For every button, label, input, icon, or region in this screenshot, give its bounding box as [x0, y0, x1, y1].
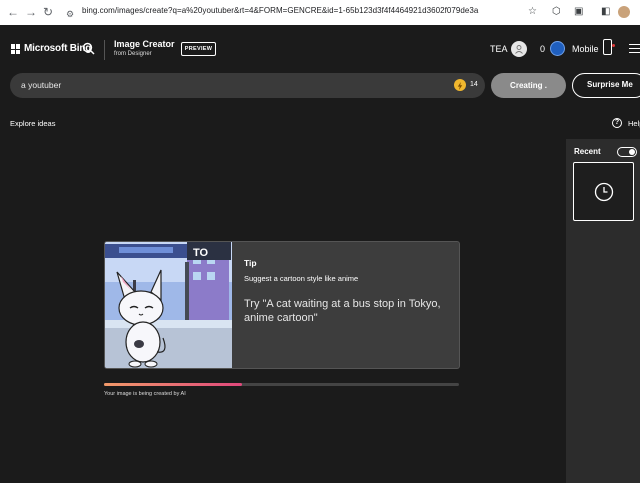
history-card[interactable]: [573, 162, 634, 221]
side-panel-icon[interactable]: ◧: [601, 5, 610, 19]
search-icon[interactable]: [82, 42, 95, 55]
tip-subtitle: Suggest a cartoon style like anime: [244, 274, 359, 283]
tip-example: Try "A cat waiting at a bus stop in Toky…: [244, 298, 441, 324]
microsoft-logo-icon[interactable]: [11, 44, 21, 54]
progress-bar: [104, 383, 459, 386]
explore-ideas-link[interactable]: Explore ideas: [10, 119, 55, 128]
tip-card: TO Tip Suggest a cartoon style like anim…: [104, 241, 460, 369]
address-bar[interactable]: bing.com/images/create?q=a%20youtuber&rt…: [82, 6, 478, 15]
browser-toolbar: ← → ↻ ⚙ bing.com/images/create?q=a%20you…: [0, 0, 640, 25]
header-divider: [104, 40, 105, 60]
mobile-link[interactable]: Mobile: [572, 44, 599, 54]
profile-avatar-icon[interactable]: [618, 6, 630, 18]
prompt-input[interactable]: a youtuber 14: [10, 73, 485, 98]
tab-search-icon[interactable]: ▣: [574, 5, 583, 19]
boost-count: 14: [470, 81, 478, 88]
rewards-medal-icon[interactable]: [550, 41, 565, 56]
preview-badge: PREVIEW: [181, 42, 216, 56]
prompt-text[interactable]: a youtuber: [21, 80, 61, 90]
forward-icon[interactable]: →: [25, 4, 37, 20]
help-link[interactable]: Help: [628, 119, 640, 128]
rewards-count[interactable]: 0: [540, 44, 545, 54]
phone-icon[interactable]: [603, 39, 612, 55]
boost-bolt-icon[interactable]: [454, 79, 466, 91]
help-icon[interactable]: ?: [612, 118, 622, 128]
create-button[interactable]: Creating .: [491, 73, 566, 98]
notification-dot: [612, 44, 615, 47]
progress-fill: [104, 383, 243, 386]
surprise-me-button[interactable]: Surprise Me: [572, 73, 640, 98]
recent-panel: Recent: [566, 139, 640, 483]
recent-toggle[interactable]: [617, 147, 637, 157]
bus-stop-sign-text: TO: [193, 247, 209, 259]
bookmark-star-icon[interactable]: ☆: [528, 5, 537, 19]
site-header: Microsoft Bing Image Creator from Design…: [0, 25, 640, 72]
clock-icon: [594, 182, 614, 202]
hamburger-menu-icon[interactable]: [629, 44, 640, 54]
site-info-icon[interactable]: ⚙: [66, 6, 74, 22]
app-subtitle: from Designer: [114, 51, 152, 57]
recent-title: Recent: [574, 147, 601, 156]
back-icon[interactable]: ←: [7, 4, 19, 20]
tip-title: Tip: [244, 258, 257, 268]
progress-status: Your image is being created by AI: [104, 391, 186, 397]
extensions-icon[interactable]: ⬡: [552, 5, 561, 19]
anime-cat-illustration: TO: [105, 242, 232, 368]
user-avatar-icon[interactable]: [511, 41, 527, 57]
app-title[interactable]: Image Creator: [114, 39, 175, 49]
reload-icon[interactable]: ↻: [43, 4, 53, 20]
username[interactable]: TEA: [490, 44, 508, 54]
